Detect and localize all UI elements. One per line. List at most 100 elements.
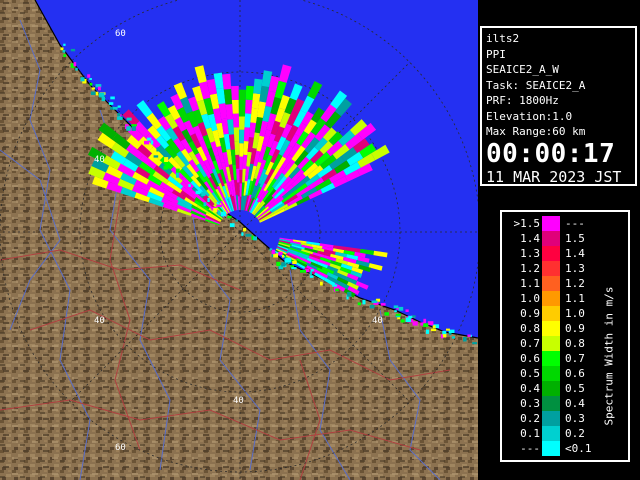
echo-cell (239, 129, 245, 144)
echo-speckle (405, 317, 411, 322)
legend-upper-value: 1.3 (565, 262, 585, 275)
echo-speckle (60, 47, 64, 51)
legend-swatch (542, 351, 560, 366)
legend-swatch (542, 321, 560, 336)
prf-value: PRF: 1800Hz (486, 94, 559, 107)
legend-unit-text: Spectrum Width in m/s (602, 286, 616, 426)
echo-speckle (188, 184, 191, 187)
echo-speckle (133, 132, 138, 135)
echo-speckle (113, 106, 118, 110)
echo-speckle (310, 269, 314, 272)
echo-cell (238, 103, 246, 117)
echo-speckle (335, 288, 339, 292)
echo-speckle (371, 300, 378, 303)
echo-speckle (87, 74, 91, 78)
echo-speckle (285, 257, 292, 263)
echo-speckle (207, 198, 210, 202)
echo-speckle (216, 204, 223, 208)
legend-lower-value: 0.2 (520, 412, 540, 425)
legend-upper-value: 0.8 (565, 337, 585, 350)
echo-speckle (291, 267, 297, 270)
legend-upper-value: 0.4 (565, 397, 585, 410)
echo-speckle (203, 202, 207, 207)
legend-upper-value: 1.1 (565, 292, 585, 305)
echo-speckle (227, 215, 232, 219)
legend-lower-value: 1.4 (520, 232, 540, 245)
echo-speckle (398, 306, 404, 311)
echo-speckle (446, 328, 450, 331)
echo-speckle (347, 291, 352, 297)
scan-time: 00:00:17 (486, 138, 616, 169)
echo-speckle (131, 124, 137, 127)
legend-swatch (542, 441, 560, 456)
echo-speckle (95, 91, 99, 96)
echo-speckle (427, 321, 434, 326)
echo-speckle (222, 212, 226, 216)
echo-speckle (412, 321, 418, 326)
echo-speckle (442, 334, 447, 338)
echo-speckle (451, 336, 455, 339)
legend-swatch (542, 336, 560, 351)
echo-speckle (405, 309, 409, 312)
echo-speckle (63, 43, 66, 46)
legend-upper-value: 1.0 (565, 307, 585, 320)
echo-speckle (235, 219, 238, 222)
echo-speckle (241, 232, 244, 236)
echo-speckle (394, 310, 397, 313)
echo-speckle (150, 140, 154, 145)
echo-speckle (117, 105, 121, 108)
echo-speckle (395, 313, 401, 316)
echo-speckle (131, 126, 136, 131)
echo-speckle (384, 312, 389, 316)
echo-speckle (276, 261, 281, 267)
legend-lower-value: 0.4 (520, 382, 540, 395)
legend-swatch (542, 216, 560, 231)
echo-speckle (431, 328, 437, 332)
elevation-value: Elevation:1.0 (486, 109, 573, 123)
echo-speckle (91, 87, 95, 90)
echo-speckle (400, 319, 405, 323)
echo-speckle (282, 255, 284, 258)
echo-speckle (217, 210, 221, 216)
echo-speckle (463, 337, 467, 342)
echo-speckle (278, 251, 283, 256)
echo-speckle (309, 271, 313, 275)
legend-swatch (542, 231, 560, 246)
echo-cell (238, 116, 245, 130)
legend-row: 1.4 1.5 (502, 231, 628, 246)
echo-speckle (369, 304, 375, 309)
color-legend: >1.5 --- 1.4 1.5 1.3 1.4 1.2 1.3 1.1 1.2 1.0 1.1 0.9… (500, 210, 630, 462)
legend-upper-value: 0.3 (565, 412, 585, 425)
legend-swatch (542, 366, 560, 381)
legend-upper-value: 1.4 (565, 247, 585, 260)
echo-speckle (163, 165, 169, 170)
legend-upper-value: 0.2 (565, 427, 585, 440)
legend-lower-value: --- (520, 442, 540, 455)
legend-upper-value: 1.5 (565, 232, 585, 245)
echo-speckle (432, 325, 436, 329)
echo-speckle (412, 315, 416, 318)
range-label: 40 (94, 155, 105, 165)
range-label: 40 (372, 316, 383, 326)
radar-ppi-map[interactable]: 60 40 40 40 40 60 (0, 0, 478, 480)
echo-speckle (271, 249, 276, 255)
echo-speckle (98, 92, 105, 97)
range-label: 40 (233, 396, 244, 406)
echo-speckle (393, 305, 399, 309)
legend-lower-value: 0.8 (520, 322, 540, 335)
legend-swatch (542, 426, 560, 441)
echo-speckle (164, 157, 169, 162)
legend-lower-value: 0.9 (520, 307, 540, 320)
echo-cell (231, 99, 239, 114)
echo-speckle (63, 54, 66, 57)
echo-speckle (292, 261, 297, 264)
legend-upper-value: 1.2 (565, 277, 585, 290)
echo-speckle (423, 323, 429, 327)
legend-lower-value: 1.0 (520, 292, 540, 305)
legend-swatch (542, 306, 560, 321)
legend-lower-value: >1.5 (513, 217, 541, 230)
echo-speckle (144, 140, 150, 145)
echo-speckle (245, 233, 252, 237)
echo-speckle (117, 113, 121, 117)
legend-row: >1.5 --- (502, 216, 628, 231)
